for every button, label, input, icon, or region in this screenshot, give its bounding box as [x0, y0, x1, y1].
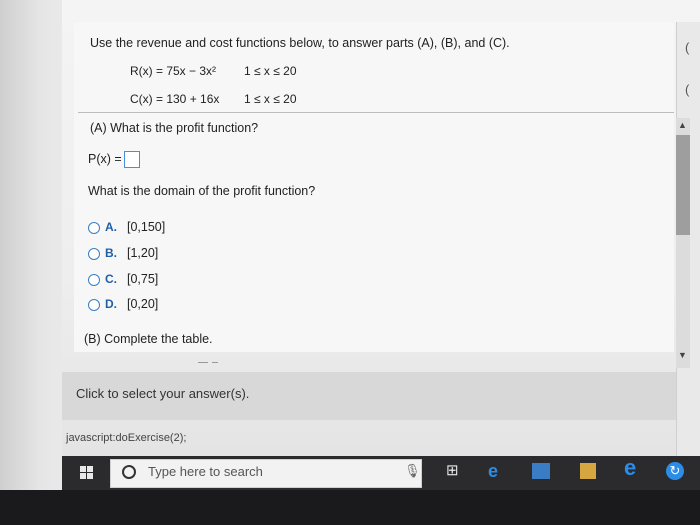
revenue-function: R(x) = 75x − 3x²	[130, 64, 217, 78]
radio-option-c[interactable]	[88, 274, 100, 286]
option-value: [0,75]	[127, 272, 159, 286]
option-letter: C.	[105, 272, 117, 286]
profit-function-input[interactable]	[124, 151, 140, 168]
scroll-down-icon[interactable]: ▼	[678, 350, 687, 360]
radio-option-a[interactable]	[88, 222, 100, 234]
refresh-icon[interactable]: ↻	[666, 462, 684, 480]
chevron-left-icon[interactable]: (	[685, 40, 689, 55]
task-view-icon[interactable]: ⊞	[446, 461, 459, 481]
microphone-icon[interactable]: 🎙	[404, 463, 421, 479]
instructions-text: Use the revenue and cost functions below…	[90, 36, 510, 50]
ie-icon[interactable]: e	[624, 457, 636, 479]
monitor-bottom-bezel	[0, 490, 700, 525]
revenue-domain: 1 ≤ x ≤ 20	[244, 64, 297, 78]
option-letter: B.	[105, 246, 117, 260]
divider	[78, 112, 674, 113]
option-letter: D.	[105, 297, 117, 311]
part-a-label: (A) What is the profit function?	[90, 121, 259, 135]
option-value: [0,150]	[127, 220, 166, 234]
radio-option-b[interactable]	[88, 248, 100, 260]
monitor-bezel	[0, 0, 70, 525]
cost-domain: 1 ≤ x ≤ 20	[244, 92, 297, 106]
radio-option-d[interactable]	[88, 299, 100, 311]
table-preview-dash	[212, 362, 218, 363]
store-bag-icon[interactable]	[580, 463, 596, 479]
chevron-left-icon[interactable]: (	[685, 82, 689, 97]
search-icon	[122, 465, 136, 479]
select-answer-prompt[interactable]: Click to select your answer(s).	[76, 386, 249, 401]
profit-label: P(x) =	[88, 152, 122, 166]
search-input[interactable]: Type here to search	[148, 464, 263, 479]
store-icon[interactable]	[532, 463, 550, 479]
scrollbar-thumb[interactable]	[676, 135, 690, 235]
status-bar-link: javascript:doExercise(2);	[66, 432, 187, 444]
windows-start-icon[interactable]	[80, 466, 94, 480]
option-value: [0,20]	[127, 297, 159, 311]
edge-icon[interactable]: e	[488, 461, 498, 481]
part-b-label: (B) Complete the table.	[84, 332, 213, 346]
table-preview-dash	[198, 362, 208, 363]
scroll-up-icon[interactable]: ▲	[678, 120, 687, 130]
cost-function: C(x) = 130 + 16x	[130, 92, 220, 106]
domain-question: What is the domain of the profit functio…	[88, 184, 316, 198]
option-letter: A.	[105, 220, 117, 234]
option-value: [1,20]	[127, 246, 159, 260]
